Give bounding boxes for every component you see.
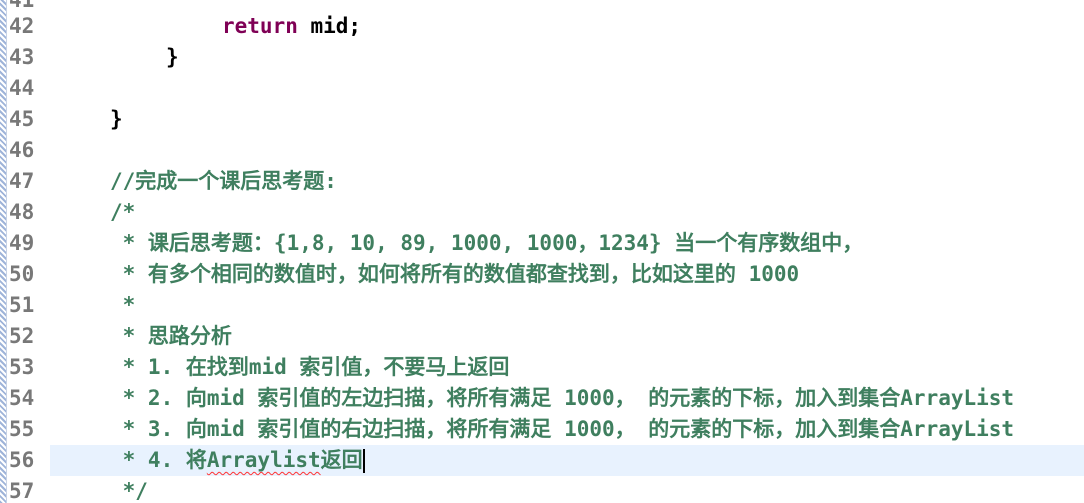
line-number: 57 [9, 479, 35, 503]
line-number: 43 [9, 45, 35, 69]
line-number: 51 [9, 293, 35, 317]
code-line-52[interactable]: * 思路分析 [50, 321, 1084, 352]
code-line-55[interactable]: * 3. 向mid 索引值的右边扫描，将所有满足 1000， 的元素的下标，加入… [50, 414, 1084, 445]
comment-text: * 1. 在找到mid 索引值，不要马上返回 [110, 355, 510, 379]
closing-brace: } [166, 45, 179, 69]
line-number: 47 [9, 169, 35, 193]
code-line-42[interactable]: return mid; [50, 11, 1084, 42]
code-text: mid; [297, 14, 362, 38]
line-number: 55 [9, 417, 35, 441]
code-line-56[interactable]: * 4. 将Arraylist返回 [50, 445, 1084, 476]
comment-text: * 有多个相同的数值时，如何将所有的数值都查找到，比如这里的 1000 [110, 262, 800, 286]
code-line-57[interactable]: */ [50, 476, 1084, 503]
line-number: 42 [9, 14, 35, 38]
code-line-47[interactable]: //完成一个课后思考题: [50, 166, 1084, 197]
line-number: 49 [9, 231, 35, 255]
code-line-54[interactable]: * 2. 向mid 索引值的左边扫描，将所有满足 1000， 的元素的下标，加入… [50, 383, 1084, 414]
comment-text: * 3. 向mid 索引值的右边扫描，将所有满足 1000， 的元素的下标，加入… [110, 417, 1015, 441]
comment-text: * 4. 将 [110, 448, 207, 472]
comment-text: * 课后思考题：{1,8, 10, 89, 1000, 1000，1234} 当… [110, 231, 864, 255]
comment-text: * 思路分析 [110, 324, 232, 348]
line-number: 44 [9, 76, 35, 100]
comment-text: */ [110, 479, 148, 503]
comment-text: //完成一个课后思考题: [110, 169, 337, 193]
line-number: 46 [9, 138, 35, 162]
line-number: 50 [9, 262, 35, 286]
code-line-43[interactable]: } [50, 42, 1084, 73]
line-number: 48 [9, 200, 35, 224]
line-number: 54 [9, 386, 35, 410]
spelling-error[interactable]: Arraylist [207, 448, 321, 472]
code-line-48[interactable]: /* [50, 197, 1084, 228]
code-line-45[interactable]: } [50, 104, 1084, 135]
comment-text: /* [110, 200, 136, 224]
code-line-53[interactable]: * 1. 在找到mid 索引值，不要马上返回 [50, 352, 1084, 383]
comment-text: * 2. 向mid 索引值的左边扫描，将所有满足 1000， 的元素的下标，加入… [110, 386, 1015, 410]
code-line-49[interactable]: * 课后思考题：{1,8, 10, 89, 1000, 1000，1234} 当… [50, 228, 1084, 259]
code-area[interactable]: return mid; } } //完成一个课后思考题: /* * 课后思考题：… [50, 0, 1084, 503]
comment-text: * [110, 293, 136, 317]
line-number: 53 [9, 355, 35, 379]
code-line-51[interactable]: * [50, 290, 1084, 321]
line-number-gutter: 41 42 43 44 45 46 47 48 49 50 51 52 53 5… [0, 0, 44, 503]
line-number: 56 [9, 448, 35, 472]
code-editor[interactable]: 41 42 43 44 45 46 47 48 49 50 51 52 53 5… [0, 0, 1084, 503]
comment-text: 返回 [320, 448, 363, 472]
line-number: 45 [9, 107, 35, 131]
closing-brace: } [110, 107, 123, 131]
text-cursor [362, 449, 365, 473]
return-keyword: return [222, 14, 298, 38]
line-number: 52 [9, 324, 35, 348]
code-line-50[interactable]: * 有多个相同的数值时，如何将所有的数值都查找到，比如这里的 1000 [50, 259, 1084, 290]
